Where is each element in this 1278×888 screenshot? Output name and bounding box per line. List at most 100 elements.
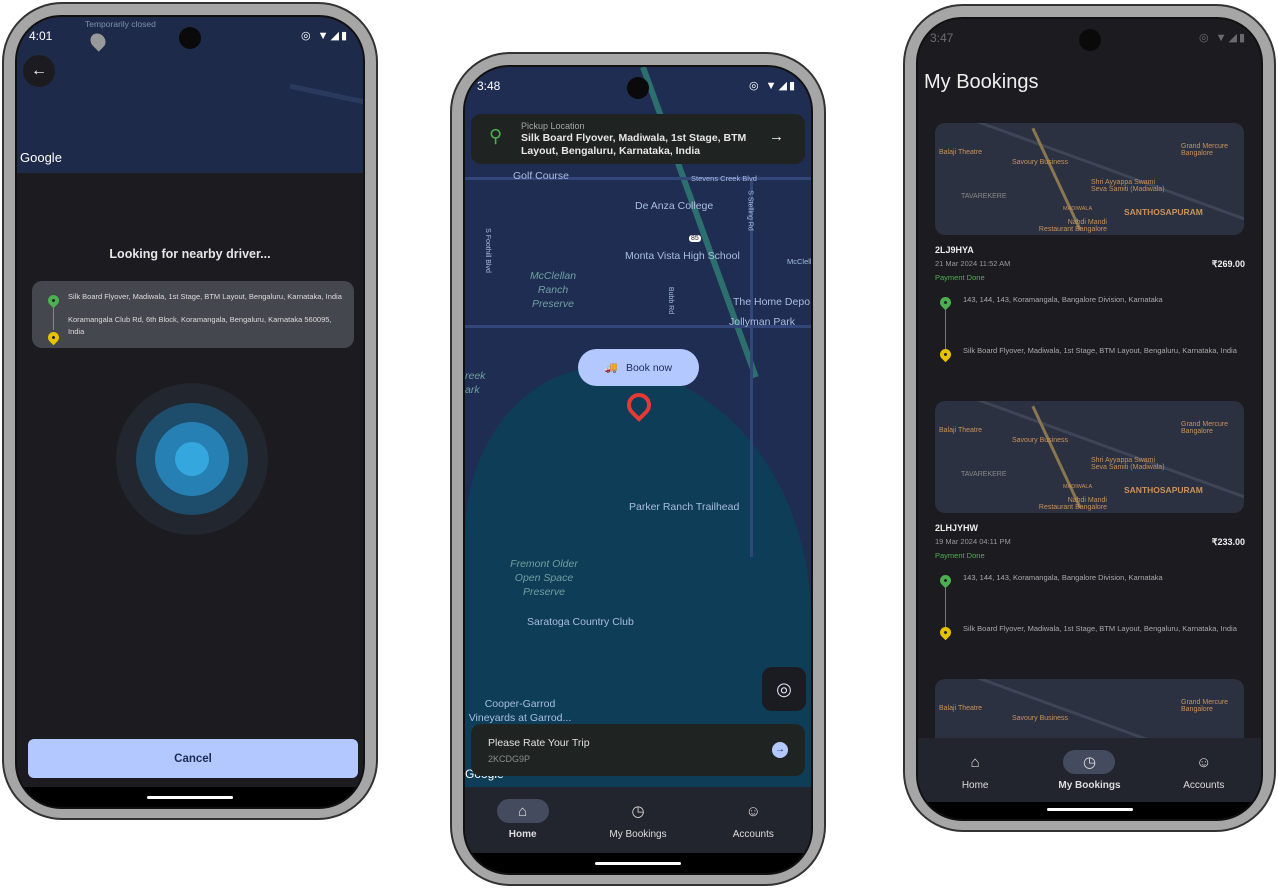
screen-left: Temporarily closed Google 4:01 ◎ ▼◢▮ ← Lo… <box>15 15 365 809</box>
map-label: SANTHOSAPURAM <box>1124 207 1203 217</box>
pickup-location-card[interactable]: ⚲ Pickup Location Silk Board Flyover, Ma… <box>471 114 805 164</box>
map-label: TAVAREKERE <box>961 471 1007 478</box>
home-icon: ⌂ <box>970 753 980 771</box>
map-label: Savoury Business <box>1012 159 1069 166</box>
booking-card[interactable]: Balaji Theatre Savoury Business Grand Me… <box>918 401 1261 661</box>
nav-accounts[interactable]: ☺ Accounts <box>698 799 808 853</box>
crosshair-icon: ◎ <box>776 678 792 699</box>
nav-my-bookings[interactable]: ◷ My Bookings <box>583 799 693 853</box>
home-indicator <box>595 862 681 865</box>
rate-trip-title: Please Rate Your Trip <box>488 737 590 749</box>
rate-trip-code: 2KCDG9P <box>488 754 531 764</box>
home-indicator <box>147 796 233 799</box>
map-label: Shri Ayyappa Swami Seva Samiti (Madiwala… <box>1091 457 1165 471</box>
map-view[interactable]: Golf Course Stevens Creek Blvd De Anza C… <box>465 67 811 787</box>
route-card: Silk Board Flyover, Madiwala, 1st Stage,… <box>32 281 354 348</box>
map-label: MADIWALA <box>1063 206 1093 212</box>
nav-label: My Bookings <box>1058 780 1121 791</box>
screen-middle: Golf Course Stevens Creek Blvd De Anza C… <box>463 65 813 875</box>
searching-animation <box>116 383 268 535</box>
map-label: S Stelling Rd <box>746 190 754 231</box>
nav-label: Accounts <box>732 829 774 840</box>
book-now-label: Book now <box>625 361 673 374</box>
book-now-button[interactable]: 🚚 Book now <box>578 349 699 386</box>
home-indicator <box>1046 808 1133 811</box>
booking-map-thumbnail: Balaji Theatre Savoury Business Grand Me… <box>935 401 1244 513</box>
map-label: SANTHOSAPURAM <box>1124 485 1203 495</box>
drop-address: Silk Board Flyover, Madiwala, 1st Stage,… <box>963 624 1237 633</box>
my-location-button[interactable]: ◎ <box>762 667 806 711</box>
map-label: Nahdi Mandi Restaurant Bangalore <box>1038 219 1107 233</box>
camera <box>1078 29 1101 51</box>
map-label: Stevens Creek Blvd <box>691 174 757 183</box>
map-label: McClella <box>787 257 813 266</box>
payment-status: Payment Done <box>935 273 985 282</box>
map-label: MADIWALA <box>1063 484 1093 490</box>
map-label: S Foothill Blvd <box>483 228 491 273</box>
status-icons: ◎ ▼◢▮ <box>748 80 797 92</box>
map-label: Nahdi Mandi Restaurant Bangalore <box>1038 497 1107 511</box>
map-label: Bubb Rd <box>667 286 675 315</box>
searching-heading: Looking for nearby driver... <box>109 247 271 261</box>
status-icons: ◎ ▼◢▮ <box>1198 32 1247 44</box>
booking-date: 19 Mar 2024 04:11 PM <box>935 537 1011 546</box>
nav-my-bookings[interactable]: ◷ My Bookings <box>1034 750 1144 804</box>
map-label: Grand Mercure Bangalore <box>1181 699 1229 713</box>
drop-pin-icon <box>45 329 62 346</box>
phone-left: Temporarily closed Google 4:01 ◎ ▼◢▮ ← Lo… <box>2 2 378 820</box>
map-label: Monta Vista High School <box>625 250 740 262</box>
map-label: McClellan Ranch Preserve <box>529 270 577 310</box>
map-label: De Anza College <box>635 200 714 212</box>
nav-home[interactable]: ⌂ Home <box>468 799 578 853</box>
map-label: Jollyman Park <box>729 316 795 328</box>
screen-right: 3:47 ◎ ▼◢▮ My Bookings Balaji Theatre Sav… <box>916 17 1263 821</box>
map-label: Fremont Older Open Space Preserve <box>510 558 578 598</box>
map-label: Savoury Business <box>1012 715 1069 722</box>
status-icons: ◎ ▼◢▮ <box>300 30 349 42</box>
drop-address: Koramangala Club Rd, 6th Block, Koramang… <box>68 315 332 336</box>
arrow-left-icon: ← <box>31 62 47 79</box>
map-label: Saratoga Country Club <box>527 616 634 628</box>
nav-home[interactable]: ⌂ Home <box>920 750 1030 804</box>
status-time: 4:01 <box>29 29 53 43</box>
booking-id: 2LHJYHW <box>935 523 979 533</box>
map-label: The Home Depo <box>733 296 811 308</box>
map-label: Savoury Business <box>1012 437 1069 444</box>
page-title: My Bookings <box>924 71 1039 93</box>
map-label: Balaji Theatre <box>939 149 983 156</box>
home-icon: ⌂ <box>496 799 549 823</box>
account-icon: ☺ <box>1196 753 1212 771</box>
booking-price: ₹233.00 <box>1211 537 1245 547</box>
bottom-nav: ⌂ Home ◷ My Bookings ☺ Accounts <box>465 787 811 853</box>
camera <box>627 77 649 99</box>
highway-shield: 85 <box>689 235 701 242</box>
map-label: Cooper-Garrod Vineyards at Garrod... <box>468 698 572 724</box>
pickup-label: Pickup Location <box>521 121 585 131</box>
google-logo: Google <box>20 150 62 165</box>
camera <box>179 27 201 49</box>
account-icon: ☺ <box>745 802 761 820</box>
drop-pin-icon <box>937 346 954 363</box>
booking-id: 2LJ9HYA <box>935 245 974 255</box>
map-label: Golf Course <box>513 170 570 182</box>
pickup-pin-icon <box>937 294 954 311</box>
booking-card[interactable]: Balaji Theatre Savoury Business Grand Me… <box>918 123 1261 383</box>
status-time: 3:48 <box>477 79 501 93</box>
cancel-button[interactable]: Cancel <box>28 739 358 778</box>
truck-icon: 🚚 <box>604 362 618 374</box>
map-label: Parker Ranch Trailhead <box>629 501 740 513</box>
clock-icon: ◷ <box>631 803 645 820</box>
phone-middle: Golf Course Stevens Creek Blvd De Anza C… <box>450 52 826 886</box>
pickup-address: 143, 144, 143, Koramangala, Bangalore Di… <box>963 295 1163 304</box>
map-label: Balaji Theatre <box>939 427 983 434</box>
nav-accounts[interactable]: ☺ Accounts <box>1149 750 1259 804</box>
booking-date: 21 Mar 2024 11:52 AM <box>935 259 1011 268</box>
rate-trip-card[interactable]: Please Rate Your Trip 2KCDG9P → <box>471 724 805 776</box>
pickup-address: Silk Board Flyover, Madiwala, 1st Stage,… <box>68 292 342 301</box>
drop-pin-icon <box>937 624 954 641</box>
drop-address: Silk Board Flyover, Madiwala, 1st Stage,… <box>963 346 1237 355</box>
arrow-circle-icon[interactable]: → <box>772 742 788 758</box>
nav-label: Home <box>508 829 537 840</box>
map-label: Temporarily closed <box>85 19 156 29</box>
back-button[interactable]: ← <box>23 55 55 87</box>
